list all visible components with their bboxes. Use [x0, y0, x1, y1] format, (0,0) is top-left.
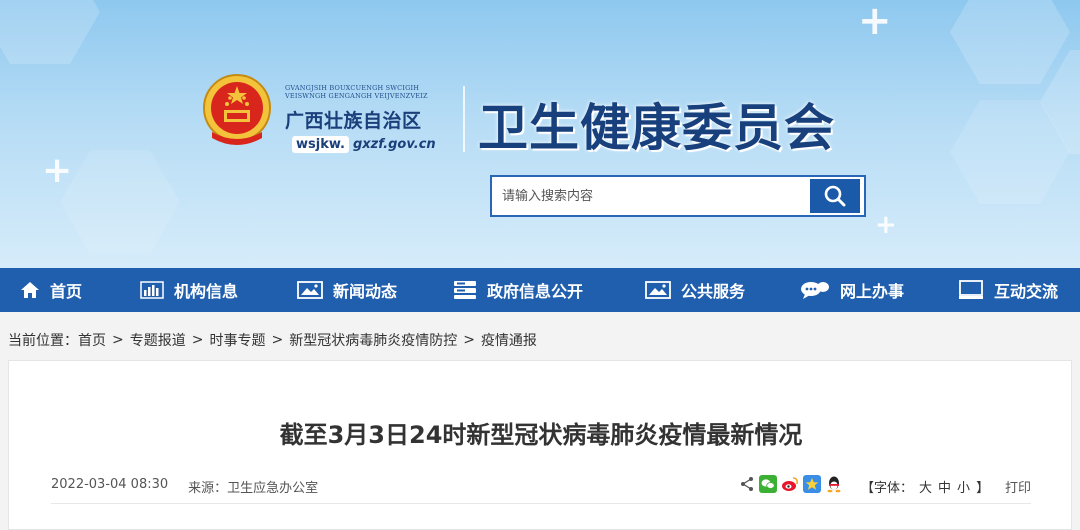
article-source: 来源：卫生应急办公室 [188, 481, 319, 496]
nav-label: 互动交流 [994, 282, 1059, 301]
nav-item-interaction[interactable]: 互动交流 [958, 268, 1058, 312]
article-card: 截至3月3日24时新型冠状病毒肺炎疫情最新情况 2022-03-04 08:30… [8, 360, 1072, 530]
header-banner: + + + GVANGJSIH BOUXCUENGH SWCIGIH VEISW… [0, 0, 1080, 268]
home-icon [20, 281, 40, 299]
header-divider [463, 86, 465, 152]
print-button[interactable]: 打印 [1005, 477, 1031, 496]
breadcrumb-separator: > [191, 332, 204, 348]
search-bar [490, 175, 866, 217]
nav-label: 机构信息 [174, 282, 239, 301]
nav-item-organization[interactable]: 机构信息 [140, 268, 238, 312]
hexagon-decoration [60, 150, 180, 254]
breadcrumb-separator: > [112, 332, 124, 348]
main-nav: 首页 机构信息 新闻动态 政府信息公开 公共服务 网上办事 互动交流 [0, 268, 1080, 312]
search-icon [824, 185, 846, 207]
plus-decoration-icon: + [42, 150, 73, 191]
nav-item-gov-info[interactable]: 政府信息公开 [453, 268, 583, 312]
font-size-selector: 【字体： 大 中 小 】 [861, 477, 989, 496]
breadcrumb-link-bulletin[interactable]: 疫情通报 [481, 330, 537, 350]
nav-item-home[interactable]: 首页 [20, 268, 82, 312]
font-size-small[interactable]: 小 [957, 477, 970, 496]
chat-icon [800, 280, 830, 300]
font-size-label-close: 】 [976, 481, 990, 496]
domain-badge: wsjkw. [292, 135, 349, 153]
bar-chart-icon [140, 281, 164, 299]
font-size-medium[interactable]: 中 [938, 477, 951, 496]
plus-decoration-icon: + [858, 0, 892, 44]
breadcrumb-link-special[interactable]: 专题报道 [130, 330, 186, 350]
breadcrumb: 当前位置： 首页 > 专题报道 > 时事专题 > 新型冠状病毒肺炎疫情防控 > … [8, 330, 537, 350]
hexagon-decoration [0, 0, 100, 64]
nav-label: 公共服务 [681, 282, 746, 301]
image-icon [297, 281, 323, 299]
site-domain: wsjkw. gxzf.gov.cn [292, 134, 436, 154]
nav-item-public-service[interactable]: 公共服务 [645, 268, 745, 312]
monitor-icon [958, 280, 984, 300]
domain-text: gxzf.gov.cn [352, 136, 436, 152]
site-title: 卫生健康委员会 [478, 98, 835, 157]
search-input[interactable] [492, 177, 810, 215]
article-title: 截至3月3日24时新型冠状病毒肺炎疫情最新情况 [279, 421, 803, 449]
breadcrumb-link-home[interactable]: 首页 [78, 330, 106, 350]
national-emblem-icon [203, 74, 271, 145]
article-meta: 2022-03-04 08:30 来源：卫生应急办公室 [51, 477, 318, 496]
nav-item-news[interactable]: 新闻动态 [297, 268, 397, 312]
nav-item-online-service[interactable]: 网上办事 [800, 268, 904, 312]
meta-divider [51, 503, 1031, 504]
nav-label: 新闻动态 [333, 282, 398, 301]
breadcrumb-separator: > [463, 332, 475, 348]
font-size-large[interactable]: 大 [919, 477, 932, 496]
share-icon[interactable] [739, 476, 755, 492]
qq-icon[interactable] [825, 475, 843, 493]
gov-name: 广西壮族自治区 [285, 110, 422, 132]
breadcrumb-link-covid[interactable]: 新型冠状病毒肺炎疫情防控 [289, 330, 457, 350]
search-button[interactable] [810, 179, 860, 213]
breadcrumb-separator: > [271, 332, 284, 348]
picture-icon [645, 281, 671, 299]
breadcrumb-link-current-affairs[interactable]: 时事专题 [209, 330, 265, 350]
qzone-icon[interactable] [803, 475, 821, 493]
weibo-icon[interactable] [781, 475, 799, 493]
hexagon-decoration [950, 0, 1070, 84]
gov-name-zhuang: GVANGJSIH BOUXCUENGH SWCIGIH VEISWNGH GE… [285, 84, 428, 100]
nav-label: 网上办事 [840, 282, 905, 301]
nav-label: 首页 [50, 282, 83, 301]
breadcrumb-prefix: 当前位置： [8, 333, 78, 349]
server-icon [453, 280, 477, 300]
font-size-label: 【字体： [861, 481, 914, 496]
nav-label: 政府信息公开 [487, 282, 584, 301]
wechat-icon[interactable] [759, 475, 777, 493]
plus-decoration-icon: + [875, 210, 897, 240]
publish-datetime: 2022-03-04 08:30 [51, 477, 169, 492]
share-bar [739, 475, 843, 493]
